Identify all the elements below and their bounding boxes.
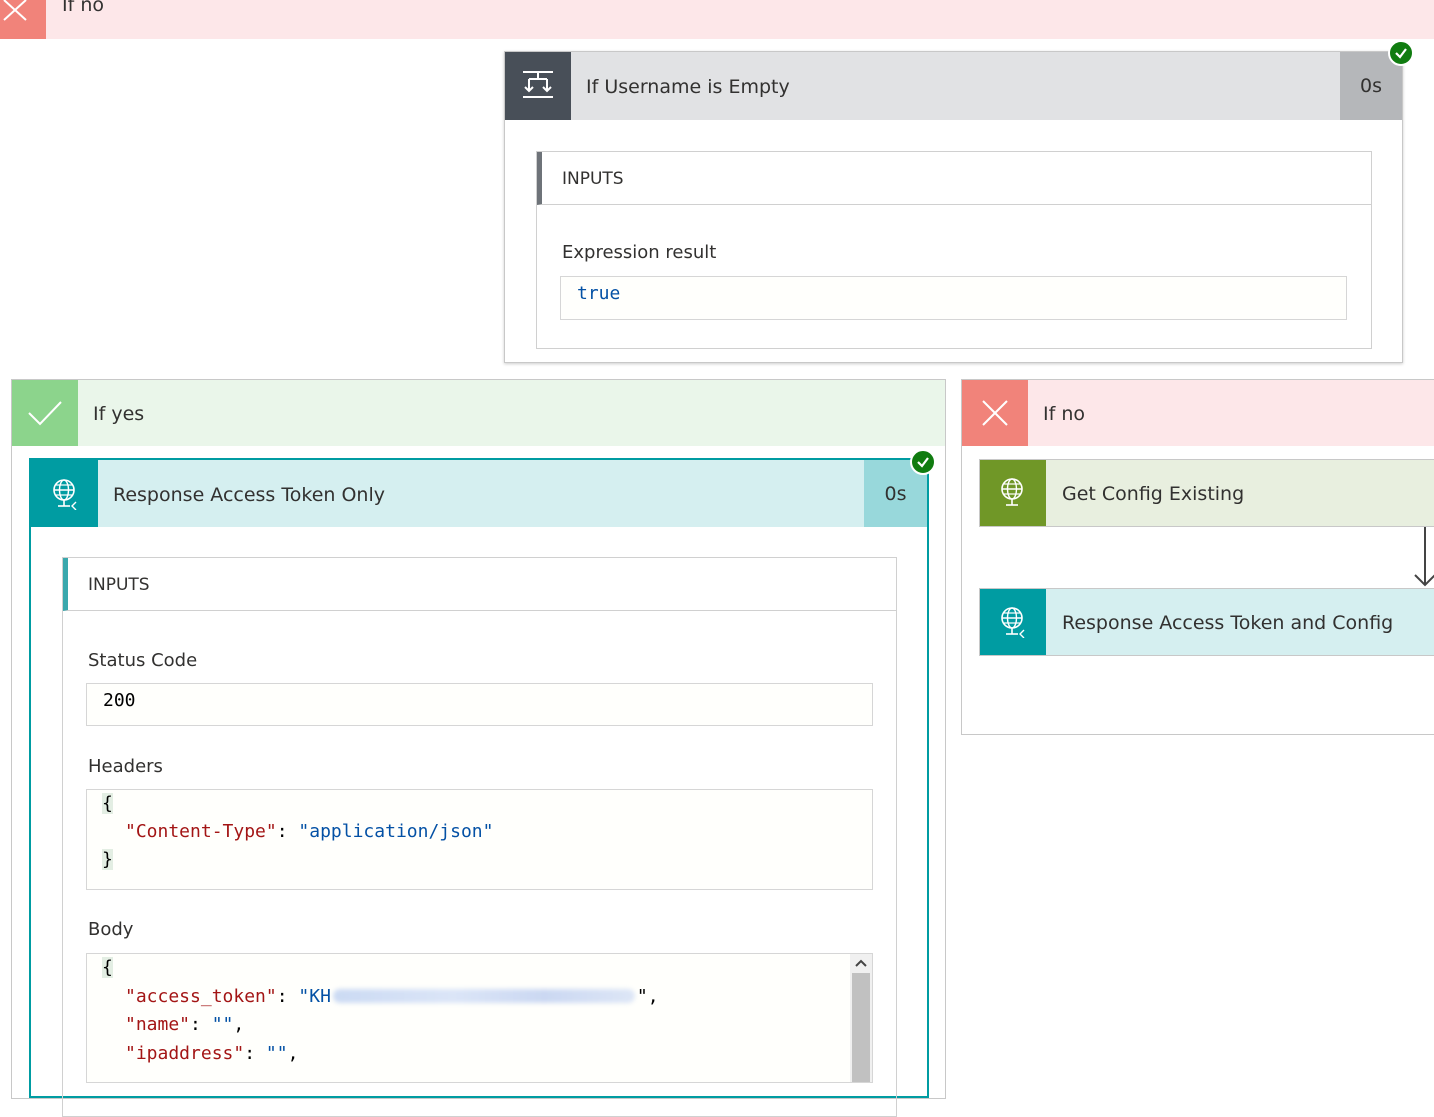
headers-close-brace: } (102, 849, 113, 870)
condition-icon (523, 71, 553, 98)
globe-icon (52, 478, 76, 510)
condition-success-badge (1388, 40, 1414, 66)
body-line-ipaddress: "ipaddress": "", (125, 1043, 298, 1064)
response-token-only-card: Response Access Token Only 0s INPUTS Sta… (29, 458, 929, 1117)
body-sep: : (190, 1014, 212, 1035)
response-token-only-header[interactable]: Response Access Token Only 0s (31, 460, 927, 527)
headers-label: Headers (88, 756, 163, 777)
body-line-access-token: "access_token": "KH ", (125, 986, 659, 1007)
expression-result-field[interactable]: true (560, 276, 1347, 320)
if-yes-icon-box (12, 380, 78, 446)
if-yes-header[interactable]: If yes (12, 380, 945, 446)
body-tail: , (233, 1014, 245, 1035)
status-code-value: 200 (103, 690, 136, 711)
body-scrollbar[interactable] (850, 954, 872, 1082)
body-sep: : (244, 1043, 266, 1064)
close-icon (3, 0, 27, 21)
success-check-icon (1395, 48, 1407, 59)
scroll-up-button[interactable] (850, 954, 872, 972)
if-no-branch: If no Get Config Existing Response Acces… (961, 379, 1434, 735)
get-config-icon-box (980, 460, 1046, 526)
redacted-token-blur (332, 989, 635, 1003)
body-tail: ", (636, 986, 659, 1007)
body-sep: : (276, 986, 299, 1007)
body-key: "ipaddress" (125, 1043, 245, 1064)
top-if-no-branch-header[interactable]: If no (0, 0, 1434, 39)
response-inputs-panel: INPUTS Status Code 200 Headers { "Conten… (62, 557, 897, 1117)
headers-value: "application/json" (298, 821, 494, 842)
body-value: "KH (298, 986, 331, 1007)
if-no-label: If no (1043, 403, 1085, 425)
condition-duration-text: 0s (1360, 75, 1382, 97)
headers-sep: : (276, 821, 299, 842)
chevron-up-icon (855, 959, 867, 967)
checkmark-icon (28, 401, 62, 426)
condition-header[interactable]: If Username is Empty 0s (505, 52, 1402, 120)
get-config-existing-card[interactable]: Get Config Existing (979, 459, 1434, 527)
headers-key: "Content-Type" (125, 821, 277, 842)
response-token-config-card[interactable]: Response Access Token and Config (979, 588, 1434, 656)
response-token-config-icon-box (980, 589, 1046, 655)
status-code-field[interactable]: 200 (86, 683, 873, 726)
get-config-existing-title: Get Config Existing (1062, 483, 1245, 505)
response-inputs-header-text: INPUTS (88, 575, 150, 595)
response-token-only-title: Response Access Token Only (113, 484, 385, 506)
condition-inputs-header[interactable]: INPUTS (537, 152, 1371, 205)
globe-icon (1001, 478, 1023, 506)
body-tail: , (287, 1043, 299, 1064)
response-token-config-title: Response Access Token and Config (1062, 612, 1394, 634)
response-token-only-icon-box (31, 460, 98, 527)
body-field[interactable]: { "access_token": "KH ", "name": "", "ipa… (86, 953, 873, 1083)
condition-inputs-panel: INPUTS Expression result true (536, 151, 1372, 349)
body-value: "" (265, 1043, 288, 1064)
top-no-icon-box (0, 0, 46, 39)
headers-line: "Content-Type": "application/json" (125, 821, 493, 842)
response-inputs-header[interactable]: INPUTS (63, 558, 896, 611)
headers-field[interactable]: { "Content-Type": "application/json" } (86, 789, 873, 890)
close-icon (982, 400, 1008, 426)
body-line-name: "name": "", (125, 1014, 244, 1035)
globe-icon (1001, 607, 1025, 638)
condition-title: If Username is Empty (586, 76, 790, 98)
body-open-brace: { (102, 957, 113, 978)
if-yes-label: If yes (93, 403, 145, 425)
arrow-down-icon (1414, 527, 1434, 587)
if-no-icon-box (962, 380, 1028, 446)
body-label: Body (88, 919, 134, 940)
response-token-only-success-badge (910, 449, 936, 475)
scroll-thumb[interactable] (852, 973, 870, 1082)
body-key: "access_token" (125, 986, 277, 1007)
condition-card: If Username is Empty 0s INPUTS Expressio… (504, 51, 1403, 363)
if-no-header[interactable]: If no (962, 380, 1434, 446)
top-if-no-label: If no (62, 0, 104, 16)
headers-open-brace: { (102, 793, 113, 814)
body-key: "name" (125, 1014, 191, 1035)
expression-result-value: true (577, 283, 621, 304)
response-token-only-duration-text: 0s (884, 482, 907, 505)
condition-icon-box (505, 52, 571, 120)
expression-result-label: Expression result (562, 242, 717, 263)
status-code-label: Status Code (88, 650, 198, 671)
condition-inputs-header-text: INPUTS (562, 169, 624, 189)
body-value: "" (211, 1014, 234, 1035)
success-check-icon (917, 457, 929, 468)
